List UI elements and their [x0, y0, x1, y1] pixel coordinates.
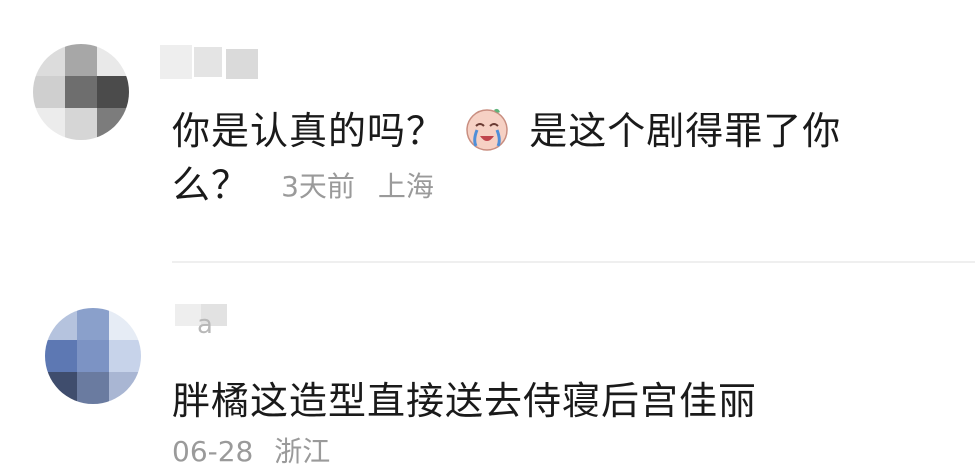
comment-text: 你是认真的吗？ 是这个剧得罪了你么？ 3天前 上海	[172, 104, 892, 214]
timestamp: 3天前	[281, 170, 355, 203]
username[interactable]: a	[175, 304, 235, 338]
location: 上海	[377, 170, 434, 203]
username-text: a	[197, 310, 213, 338]
username-blurred[interactable]	[160, 45, 260, 79]
timestamp: 06-28	[172, 435, 254, 468]
comment-item-1: 你是认真的吗？ 是这个剧得罪了你么？ 3天前 上海	[0, 0, 975, 262]
avatar[interactable]	[33, 44, 129, 140]
comment-text-part-1: 你是认真的吗？	[172, 109, 446, 153]
comment-text: 胖橘这造型直接送去侍寝后宫佳丽	[172, 379, 758, 423]
comment-meta: 06-28 浙江	[172, 430, 330, 470]
comment-item-2: a 胖橘这造型直接送去侍寝后宫佳丽 06-28 浙江	[0, 262, 975, 468]
avatar[interactable]	[45, 308, 141, 404]
location: 浙江	[274, 435, 331, 468]
crying-laughing-baby-emoji-icon	[466, 108, 508, 151]
comment-meta: 3天前 上海	[281, 160, 434, 214]
